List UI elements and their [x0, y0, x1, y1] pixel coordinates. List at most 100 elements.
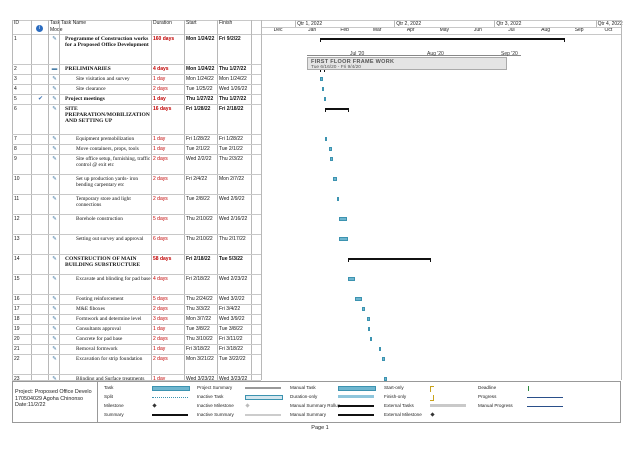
- task-duration[interactable]: 6 days: [153, 236, 184, 254]
- task-bar[interactable]: [323, 97, 327, 101]
- task-start[interactable]: Thu 3/10/22: [186, 336, 218, 344]
- task-name[interactable]: Concrete for pad base: [76, 336, 151, 344]
- task-finish[interactable]: Thu 1/27/22: [219, 66, 251, 74]
- task-start[interactable]: Thu 3/3/22: [186, 306, 218, 314]
- task-start[interactable]: Wed 3/23/22: [186, 376, 218, 380]
- task-start[interactable]: Tue 1/25/22: [186, 86, 218, 94]
- task-finish[interactable]: Tue 3/22/22: [219, 356, 251, 374]
- task-duration[interactable]: 1 day: [153, 76, 184, 84]
- task-bar[interactable]: [324, 137, 328, 141]
- task-name[interactable]: Site clearance: [76, 86, 151, 94]
- task-start[interactable]: Fri 1/28/22: [186, 136, 218, 144]
- task-finish[interactable]: Fri 3/11/22: [219, 336, 251, 344]
- task-name[interactable]: Temporary store and light connections: [76, 196, 151, 214]
- task-bar[interactable]: [369, 337, 373, 341]
- task-duration[interactable]: 2 days: [153, 196, 184, 214]
- col-header-duration[interactable]: Duration: [153, 20, 172, 34]
- task-start[interactable]: Fri 3/18/22: [186, 346, 218, 354]
- task-duration[interactable]: 1 day: [153, 376, 184, 380]
- task-bar[interactable]: [332, 177, 337, 181]
- task-duration[interactable]: 1 day: [153, 326, 184, 334]
- task-start[interactable]: Fri 2/4/22: [186, 176, 218, 194]
- task-name[interactable]: CONSTRUCTION OF MAIN BUILDING SUBSTRUCTU…: [65, 256, 151, 274]
- task-bar[interactable]: [366, 317, 370, 321]
- task-name[interactable]: Formwork and determine level: [76, 316, 151, 324]
- task-duration[interactable]: 1 day: [153, 136, 184, 144]
- task-start[interactable]: Tue 2/8/22: [186, 196, 218, 214]
- task-finish[interactable]: Thu 2/3/22: [219, 156, 251, 174]
- task-finish[interactable]: Wed 3/9/22: [219, 316, 251, 324]
- task-duration[interactable]: 5 days: [153, 216, 184, 234]
- task-name[interactable]: Set up production yards- iron bending ca…: [76, 176, 151, 194]
- task-duration[interactable]: 1 day: [153, 96, 184, 104]
- col-header-finish[interactable]: Finish: [219, 20, 232, 34]
- task-start[interactable]: Mon 1/24/22: [186, 76, 218, 84]
- task-bar[interactable]: [354, 297, 363, 301]
- task-start[interactable]: Mon 1/24/22: [186, 66, 218, 74]
- task-duration[interactable]: 160 days: [153, 36, 184, 64]
- task-start[interactable]: Mon 1/24/22: [186, 36, 218, 64]
- task-finish[interactable]: Fri 2/18/22: [219, 106, 251, 134]
- task-duration[interactable]: 58 days: [153, 256, 184, 274]
- task-start[interactable]: Fri 2/18/22: [186, 276, 218, 294]
- task-duration[interactable]: 4 days: [153, 276, 184, 294]
- task-start[interactable]: Tue 2/1/22: [186, 146, 218, 154]
- summary-bar[interactable]: [320, 38, 566, 42]
- task-bar[interactable]: [330, 157, 333, 161]
- task-duration[interactable]: 2 days: [153, 176, 184, 194]
- task-bar[interactable]: [378, 347, 382, 351]
- task-finish[interactable]: Wed 3/2/22: [219, 296, 251, 304]
- task-finish[interactable]: Wed 2/23/22: [219, 276, 251, 294]
- task-finish[interactable]: Fri 3/18/22: [219, 346, 251, 354]
- task-finish[interactable]: Thu 2/17/22: [219, 236, 251, 254]
- task-duration[interactable]: 16 days: [153, 106, 184, 134]
- task-duration[interactable]: 1 day: [153, 346, 184, 354]
- task-finish[interactable]: Mon 1/24/22: [219, 76, 251, 84]
- col-header-start[interactable]: Start: [186, 20, 197, 34]
- summary-bar[interactable]: [347, 258, 431, 262]
- task-bar[interactable]: [339, 217, 347, 221]
- task-duration[interactable]: 2 days: [153, 86, 184, 94]
- task-start[interactable]: Thu 1/27/22: [186, 96, 218, 104]
- task-start[interactable]: Thu 2/10/22: [186, 216, 218, 234]
- task-finish[interactable]: Tue 2/1/22: [219, 146, 251, 154]
- task-finish[interactable]: Thu 1/27/22: [219, 96, 251, 104]
- task-duration[interactable]: 3 days: [153, 316, 184, 324]
- task-name[interactable]: SITE PREPARATION/MOBILIZATION AND SETTIN…: [65, 106, 151, 134]
- task-duration[interactable]: 2 days: [153, 356, 184, 374]
- task-bar[interactable]: [329, 147, 332, 151]
- task-start[interactable]: Mon 3/21/22: [186, 356, 218, 374]
- task-finish[interactable]: Wed 2/9/22: [219, 196, 251, 214]
- task-finish[interactable]: Fri 1/28/22: [219, 136, 251, 144]
- task-name[interactable]: Move containers, props, tools: [76, 146, 151, 154]
- task-start[interactable]: Thu 2/24/22: [186, 296, 218, 304]
- task-finish[interactable]: Fri 3/4/22: [219, 306, 251, 314]
- task-name[interactable]: M&E fiboxes: [76, 306, 151, 314]
- task-name[interactable]: Project meetings: [65, 96, 151, 104]
- task-finish[interactable]: Fri 9/2/22: [219, 36, 251, 64]
- task-bar[interactable]: [336, 197, 340, 201]
- task-finish[interactable]: Wed 1/26/22: [219, 86, 251, 94]
- task-duration[interactable]: 4 days: [153, 66, 184, 74]
- task-name[interactable]: Site visitation and survey: [76, 76, 151, 84]
- task-name[interactable]: Borehole construction: [76, 216, 151, 234]
- task-start[interactable]: Fri 1/28/22: [186, 106, 218, 134]
- task-name[interactable]: Equipment premobilization: [76, 136, 151, 144]
- task-name[interactable]: Site office setup, furnishing, traffic c…: [76, 156, 151, 174]
- task-finish[interactable]: Mon 2/7/22: [219, 176, 251, 194]
- task-bar[interactable]: [367, 327, 371, 331]
- task-name[interactable]: Removal formwork: [76, 346, 151, 354]
- task-duration[interactable]: 2 days: [153, 306, 184, 314]
- task-bar[interactable]: [339, 237, 348, 241]
- task-duration[interactable]: 2 days: [153, 336, 184, 344]
- task-bar[interactable]: [382, 357, 385, 361]
- task-duration[interactable]: 1 day: [153, 146, 184, 154]
- callout-box[interactable]: FIRST FLOOR FRAME WORK Tue 6/16/20 - Fri…: [307, 57, 507, 70]
- task-bar[interactable]: [320, 77, 323, 81]
- summary-bar[interactable]: [324, 108, 350, 112]
- task-name[interactable]: Programme of Construction works for a Pr…: [65, 36, 151, 64]
- task-finish[interactable]: Tue 5/3/22: [219, 256, 251, 274]
- task-name[interactable]: Blinding and Surface treatments: [76, 376, 151, 380]
- task-start[interactable]: Fri 2/18/22: [186, 256, 218, 274]
- col-header-id[interactable]: ID: [14, 20, 19, 34]
